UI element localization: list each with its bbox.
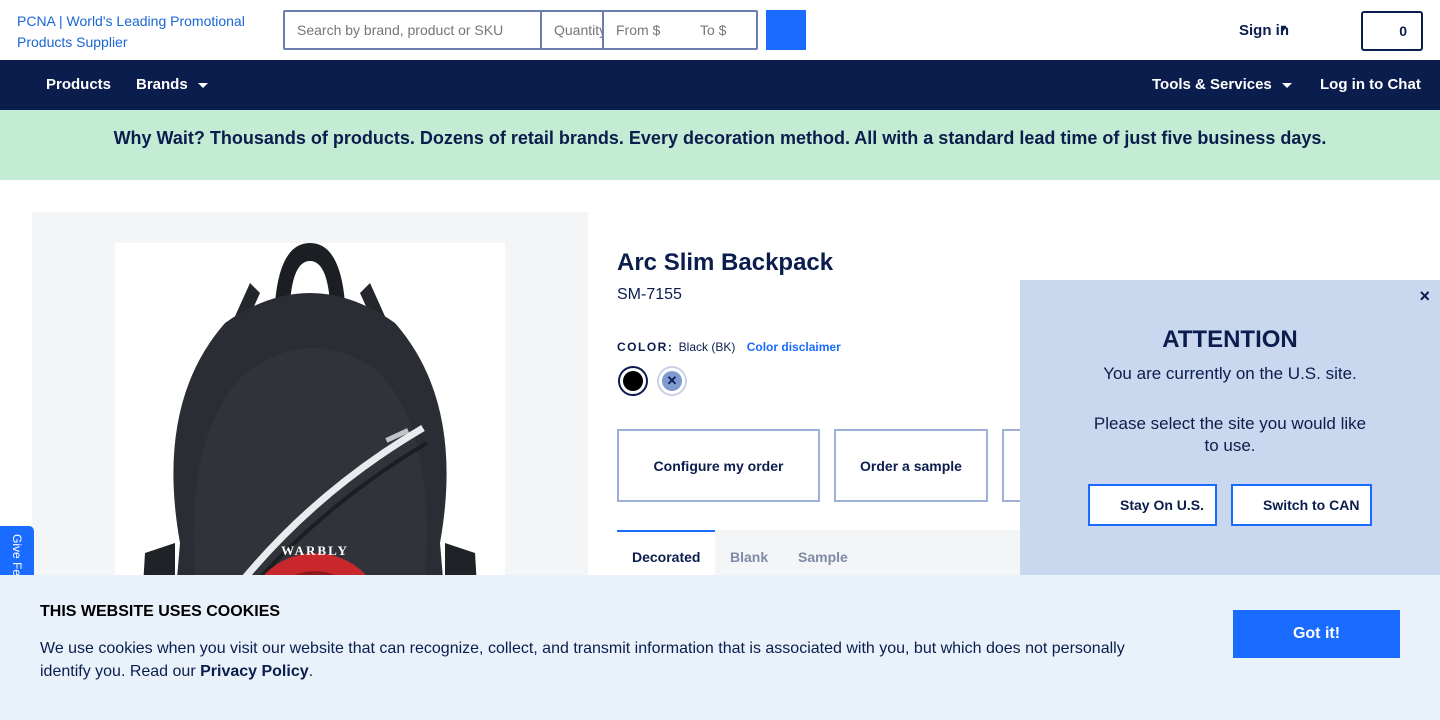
price-to-input[interactable] (688, 12, 756, 48)
nav-brands-label: Brands (136, 76, 188, 93)
nav-products[interactable]: Products (46, 76, 111, 93)
accept-cookies-button[interactable]: Got it! (1233, 610, 1400, 658)
pricing-tabs: Decorated Blank Sample (617, 530, 1037, 575)
product-sku: SM-7155 (617, 286, 682, 303)
nav-tools-label: Tools & Services (1152, 76, 1272, 93)
configure-order-button[interactable]: Configure my order (617, 429, 820, 502)
color-label: COLOR: (617, 340, 674, 354)
caret-down-icon (1281, 82, 1292, 88)
sign-in-link[interactable]: Sign in ▾ (1239, 22, 1289, 39)
privacy-policy-link[interactable]: Privacy Policy (200, 663, 309, 680)
stay-us-button[interactable]: Stay On U.S. (1088, 484, 1217, 526)
unavailable-x-icon: ✕ (662, 371, 682, 391)
popup-heading: ATTENTION (1162, 326, 1298, 353)
chevron-down-icon: ▾ (1281, 23, 1287, 34)
product-title: Arc Slim Backpack (617, 249, 834, 276)
price-from-input[interactable] (604, 12, 688, 48)
cookie-period: . (308, 663, 314, 680)
nav-chat-login[interactable]: Log in to Chat (1320, 76, 1421, 93)
cart-button[interactable]: 0 (1361, 11, 1423, 51)
nav-chat-label: Log in to Chat (1320, 76, 1421, 93)
swatch-black[interactable] (618, 366, 648, 396)
color-disclaimer-link[interactable]: Color disclaimer (747, 340, 841, 354)
color-selector-label: COLOR: Black (BK) Color disclaimer (617, 340, 841, 354)
quantity-input[interactable] (542, 12, 604, 48)
search-bar (283, 10, 758, 50)
cookie-title: THIS WEBSITE USES COOKIES (40, 603, 281, 620)
tab-decorated[interactable]: Decorated (632, 549, 700, 565)
cookie-body: We use cookies when you visit our websit… (40, 637, 1150, 683)
caret-down-icon (197, 82, 208, 88)
cart-count: 0 (1399, 23, 1407, 39)
swatch-black-dot (623, 371, 643, 391)
search-input[interactable] (285, 12, 542, 48)
order-sample-label: Order a sample (860, 457, 962, 474)
configure-order-label: Configure my order (653, 457, 784, 474)
switch-can-button[interactable]: Switch to CAN (1231, 484, 1372, 526)
nav-products-label: Products (46, 76, 112, 93)
cookie-banner: THIS WEBSITE USES COOKIES We use cookies… (0, 575, 1440, 720)
main-nav: Products Brands Tools & Services Log in … (0, 60, 1440, 110)
image-logo-text: WARBLY (281, 543, 349, 558)
swatch-blue[interactable]: ✕ (657, 366, 687, 396)
site-select-popup: × ATTENTION You are currently on the U.S… (1020, 280, 1440, 580)
popup-current-site-text: You are currently on the U.S. site. (1103, 364, 1357, 383)
tab-sample[interactable]: Sample (798, 549, 848, 565)
nav-tools-services[interactable]: Tools & Services (1152, 76, 1292, 93)
popup-select-text: Please select the site you would like to… (1093, 414, 1367, 455)
page: PCNA | World's Leading Promotional Produ… (0, 0, 1440, 720)
color-value: Black (BK) (678, 340, 736, 354)
tab-blank[interactable]: Blank (730, 549, 768, 565)
order-sample-button[interactable]: Order a sample (834, 429, 988, 502)
site-header: PCNA | World's Leading Promotional Produ… (0, 0, 1440, 60)
close-icon[interactable]: × (1419, 286, 1430, 307)
search-button[interactable] (766, 10, 806, 50)
nav-brands[interactable]: Brands (136, 76, 208, 93)
logo[interactable]: PCNA | World's Leading Promotional Produ… (17, 11, 272, 53)
promo-banner: Why Wait? Thousands of products. Dozens … (0, 110, 1440, 180)
